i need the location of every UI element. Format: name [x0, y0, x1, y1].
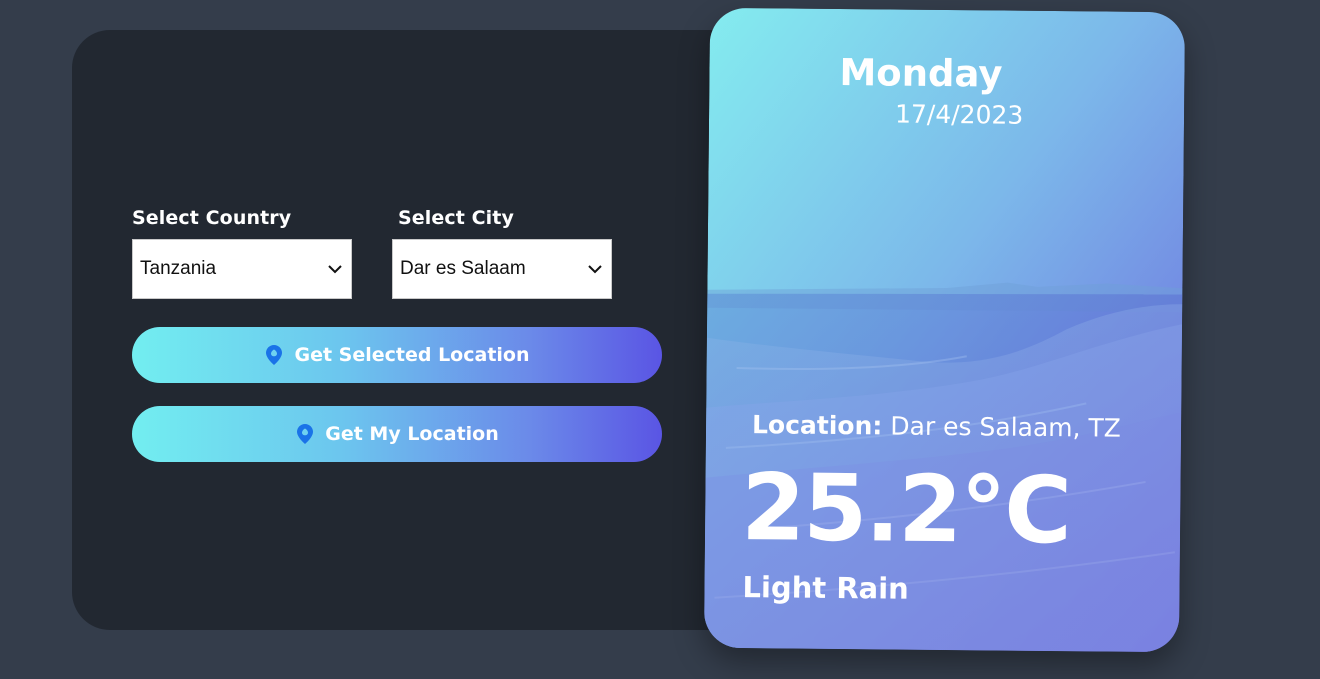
app: Select Country Select City Tanzania Dar …: [0, 0, 1320, 679]
weather-description: Light Rain: [742, 570, 909, 606]
chevron-down-icon: [587, 261, 603, 277]
weather-location: Location: Dar es Salaam, TZ: [752, 410, 1121, 443]
location-value: Dar es Salaam, TZ: [890, 411, 1122, 443]
city-select[interactable]: Dar es Salaam: [392, 239, 612, 299]
location-key: Location:: [751, 410, 883, 441]
get-my-location-button[interactable]: Get My Location: [132, 406, 662, 462]
country-label: Select Country: [132, 207, 292, 229]
country-select-value: Tanzania: [140, 258, 217, 279]
weather-temperature: 25.2°C: [740, 454, 1071, 565]
get-my-location-label: Get My Location: [325, 423, 499, 445]
chevron-down-icon: [327, 261, 343, 277]
city-label: Select City: [398, 207, 514, 229]
weather-date: 17/4/2023: [894, 99, 1024, 130]
city-select-value: Dar es Salaam: [400, 258, 526, 279]
weather-card: Monday 17/4/2023 Location: Dar es Salaam…: [703, 7, 1186, 653]
country-select[interactable]: Tanzania: [132, 239, 352, 299]
location-pin-icon: [264, 343, 284, 367]
location-pin-icon: [295, 422, 315, 446]
get-selected-location-button[interactable]: Get Selected Location: [132, 327, 662, 383]
get-selected-location-label: Get Selected Location: [294, 344, 530, 366]
weather-day: Monday: [839, 50, 1003, 96]
